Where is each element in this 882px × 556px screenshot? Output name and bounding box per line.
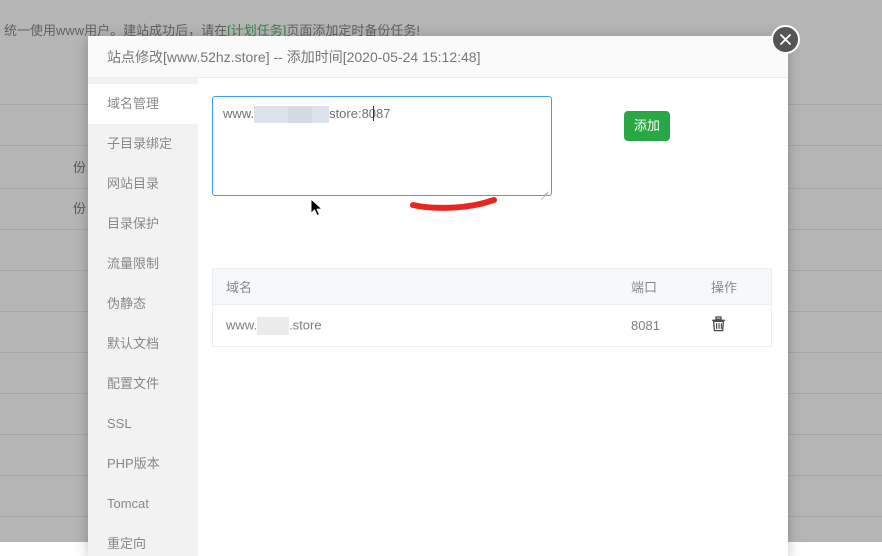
dialog-body: 域名管理 子目录绑定 网站目录 目录保护 流量限制 伪静态 默认文档 配置文件 … <box>88 78 788 556</box>
cell-port: 8081 <box>631 318 660 333</box>
cell-domain: www. .store <box>213 316 631 335</box>
sidebar-item-label: 子目录绑定 <box>107 136 173 151</box>
domain-input-wrapper: www. store:8087 <box>212 96 552 201</box>
sidebar-item-label: 目录保护 <box>107 216 160 231</box>
sidebar-item-label: PHP版本 <box>107 456 160 471</box>
sidebar-item-label: 域名管理 <box>107 96 160 111</box>
text-caret <box>373 106 374 121</box>
sidebar-item-label: 默认文档 <box>107 336 160 351</box>
column-header-domain: 域名 <box>226 280 253 295</box>
table-header-row: 域名 端口 操作 <box>213 269 771 305</box>
sidebar-item-label: 网站目录 <box>107 176 160 191</box>
sidebar-item-label: Tomcat <box>107 496 149 511</box>
domain-input[interactable] <box>212 96 552 196</box>
sidebar-item-label: 流量限制 <box>107 256 160 271</box>
add-domain-button[interactable]: 添加 <box>624 111 670 141</box>
domain-suffix: .store <box>289 316 322 332</box>
sidebar-item-ssl[interactable]: SSL <box>88 404 198 444</box>
column-header-action: 操作 <box>711 280 738 295</box>
column-header-port: 端口 <box>631 280 658 295</box>
sidebar-item-label: 配置文件 <box>107 376 160 391</box>
sidebar-item-label: 伪静态 <box>107 296 147 311</box>
sidebar-item-php-version[interactable]: PHP版本 <box>88 444 198 484</box>
sidebar-item-redirect[interactable]: 重定向 <box>88 524 198 556</box>
close-icon[interactable] <box>771 25 800 54</box>
cell-action <box>711 316 771 335</box>
dialog-sidebar: 域名管理 子目录绑定 网站目录 目录保护 流量限制 伪静态 默认文档 配置文件 … <box>88 78 198 556</box>
sidebar-item-default-doc[interactable]: 默认文档 <box>88 324 198 364</box>
dialog-content-panel: www. store:8087 添加 域名 端口 操作 www. .store … <box>198 78 788 556</box>
sidebar-item-tomcat[interactable]: Tomcat <box>88 484 198 524</box>
sidebar-item-pseudo-static[interactable]: 伪静态 <box>88 284 198 324</box>
sidebar-item-subdir-binding[interactable]: 子目录绑定 <box>88 124 198 164</box>
sidebar-item-label: SSL <box>107 416 132 431</box>
domain-prefix: www. <box>226 316 258 332</box>
site-edit-dialog: 站点修改[www.52hz.store] -- 添加时间[2020-05-24 … <box>88 36 788 556</box>
trash-icon[interactable] <box>711 316 726 335</box>
sidebar-item-config-file[interactable]: 配置文件 <box>88 364 198 404</box>
sidebar-item-traffic-limit[interactable]: 流量限制 <box>88 244 198 284</box>
sidebar-item-dir-protection[interactable]: 目录保护 <box>88 204 198 244</box>
sidebar-item-domain-manage[interactable]: 域名管理 <box>88 84 198 124</box>
redaction-block <box>257 316 290 335</box>
sidebar-item-label: 重定向 <box>107 536 147 551</box>
bound-domains-table: 域名 端口 操作 www. .store 8081 <box>212 268 772 347</box>
dialog-title: 站点修改[www.52hz.store] -- 添加时间[2020-05-24 … <box>88 36 788 78</box>
table-row: www. .store 8081 <box>213 305 771 347</box>
add-domain-row: www. store:8087 添加 <box>212 96 770 201</box>
sidebar-item-site-directory[interactable]: 网站目录 <box>88 164 198 204</box>
